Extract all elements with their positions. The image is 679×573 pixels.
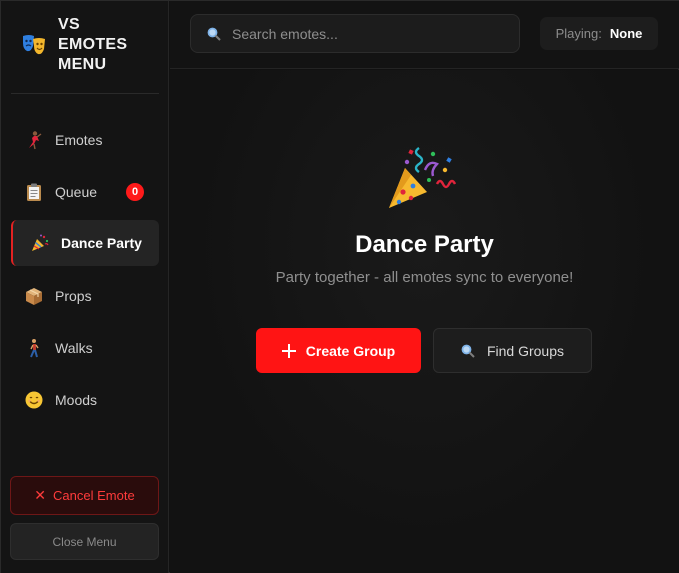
- sidebar-item-props[interactable]: Props: [11, 273, 159, 319]
- brand: VS EMOTES MENU: [19, 15, 159, 77]
- sidebar-item-moods[interactable]: Moods: [11, 377, 159, 423]
- smiley-icon: [23, 389, 45, 411]
- sidebar-item-label: Moods: [55, 392, 98, 408]
- sidebar-item-label: Walks: [55, 340, 93, 356]
- close-icon: ✕: [34, 487, 47, 503]
- now-playing-label: Playing:: [555, 26, 602, 41]
- find-groups-button[interactable]: Find Groups: [433, 328, 592, 373]
- sidebar: VS EMOTES MENU Emotes Queue 0 Dance Part…: [1, 1, 169, 573]
- box-icon: [23, 285, 45, 307]
- close-menu-label: Close Menu: [52, 534, 117, 549]
- cancel-emote-button[interactable]: ✕ Cancel Emote: [10, 476, 159, 515]
- plus-icon: [281, 343, 296, 358]
- now-playing: Playing: None: [540, 17, 658, 50]
- theater-masks-icon: [21, 31, 47, 57]
- divider: [11, 93, 159, 94]
- emotes-menu-window: VS EMOTES MENU Emotes Queue 0 Dance Part…: [0, 0, 679, 573]
- header: Playing: None: [170, 1, 679, 69]
- sidebar-item-label: Queue: [55, 184, 98, 200]
- page-title: Dance Party: [355, 231, 494, 258]
- brand-title: VS EMOTES MENU: [58, 15, 127, 75]
- search-icon: [207, 27, 221, 41]
- sidebar-item-label: Props: [55, 288, 92, 304]
- brand-title-line: EMOTES: [58, 36, 128, 53]
- page-subtitle: Party together - all emotes sync to ever…: [275, 269, 574, 286]
- close-menu-button[interactable]: Close Menu: [10, 523, 159, 560]
- queue-count-badge: 0: [126, 183, 144, 201]
- brand-title-line: VS: [58, 16, 80, 33]
- cancel-emote-label: Cancel Emote: [53, 488, 135, 503]
- clipboard-icon: [23, 181, 45, 203]
- find-groups-label: Find Groups: [486, 342, 565, 359]
- party-popper-icon: [29, 232, 51, 254]
- walking-person-icon: [23, 337, 45, 359]
- brand-title-line: MENU: [58, 56, 107, 73]
- sidebar-item-label: Dance Party: [61, 235, 142, 251]
- search-box[interactable]: [190, 14, 520, 53]
- party-popper-icon: [385, 140, 465, 212]
- dancer-icon: [23, 129, 45, 151]
- create-group-label: Create Group: [305, 342, 396, 359]
- dance-party-panel: Dance Party Party together - all emotes …: [170, 70, 679, 573]
- sidebar-item-dance-party[interactable]: Dance Party: [11, 220, 159, 266]
- sidebar-item-walks[interactable]: Walks: [11, 325, 159, 371]
- search-input[interactable]: [232, 25, 512, 42]
- sidebar-item-label: Emotes: [55, 132, 103, 148]
- now-playing-value: None: [609, 26, 643, 41]
- sidebar-item-emotes[interactable]: Emotes: [11, 117, 159, 163]
- search-icon: [461, 344, 475, 358]
- sidebar-item-queue[interactable]: Queue 0: [11, 169, 159, 215]
- create-group-button[interactable]: Create Group: [256, 328, 421, 373]
